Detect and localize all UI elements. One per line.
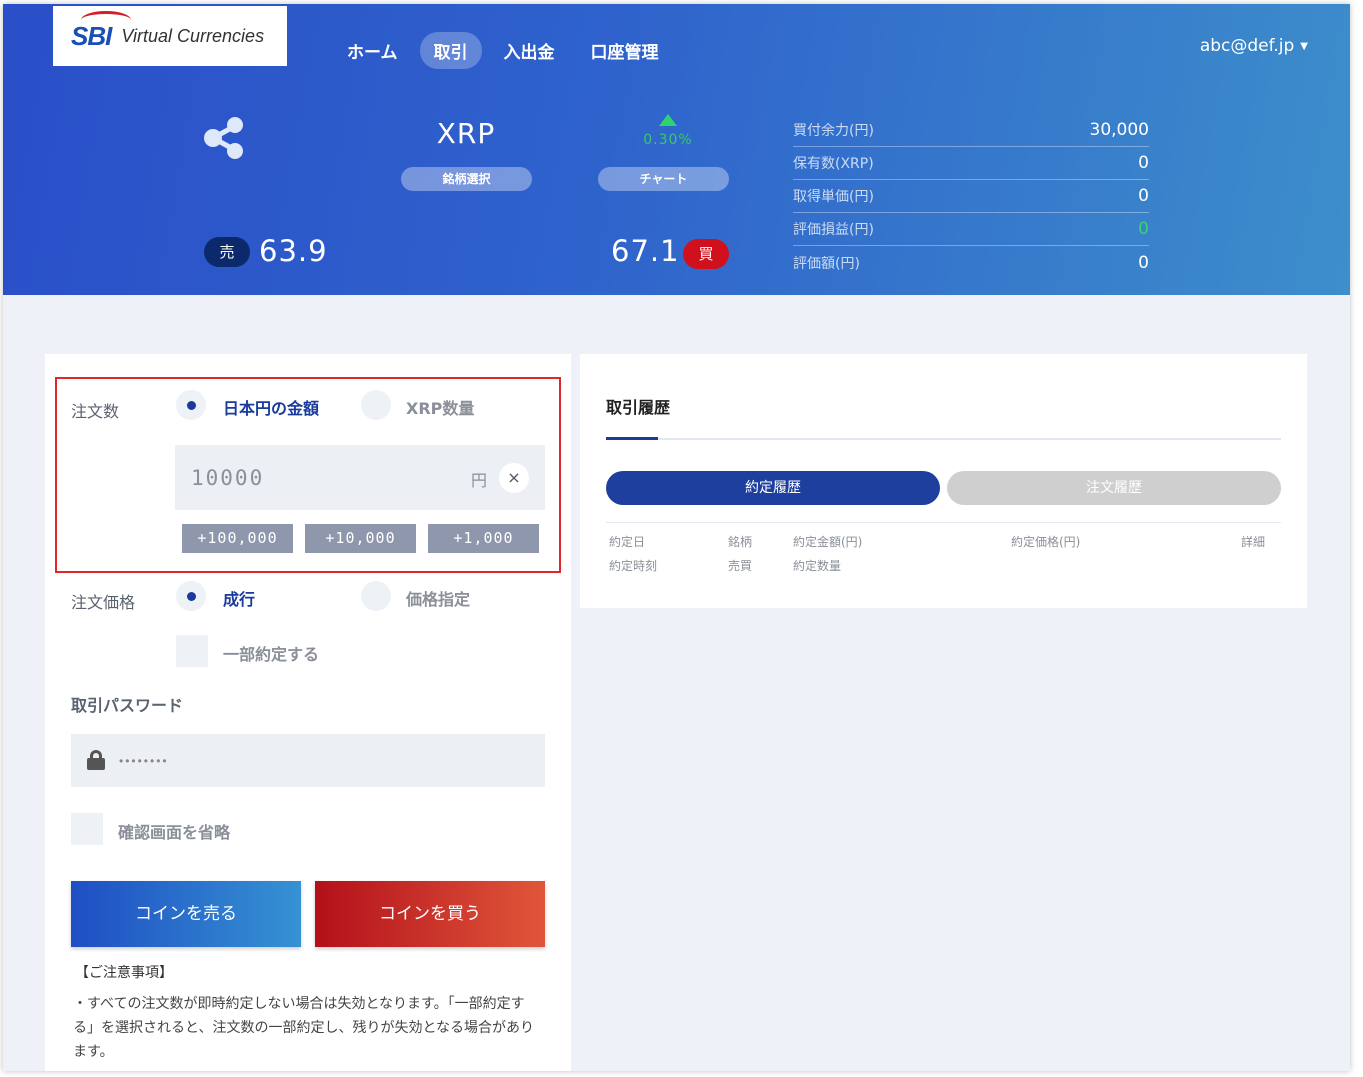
tab-order-history[interactable]: 注文履歴 xyxy=(947,471,1281,505)
lock-icon xyxy=(87,750,105,770)
nav-deposit-withdraw[interactable]: 入出金 xyxy=(490,32,569,69)
qty-label: 注文数 xyxy=(71,402,120,421)
tab-executed-history[interactable]: 約定履歴 xyxy=(606,471,940,505)
col-date: 約定日 xyxy=(609,535,646,549)
sell-coin-button[interactable]: コインを売る xyxy=(71,881,301,947)
account-row-holdings: 保有数(XRP) 0 xyxy=(793,147,1149,180)
logo-sbi: SBI xyxy=(71,10,131,52)
account-label: 買付余力(円) xyxy=(793,123,874,139)
account-summary: 買付余力(円) 30,000 保有数(XRP) 0 取得単価(円) 0 評価損益… xyxy=(793,114,1149,279)
radio-limit[interactable] xyxy=(361,581,391,611)
user-email: abc@def.jp xyxy=(1199,36,1295,56)
account-value: 0 xyxy=(1138,253,1149,273)
price-label: 注文価格 xyxy=(71,593,136,612)
radio-market[interactable] xyxy=(176,581,206,611)
yen-unit: 円 xyxy=(471,471,488,490)
sell-badge[interactable]: 売 xyxy=(204,237,250,267)
quick-add-1000-button[interactable]: +1,000 xyxy=(428,524,539,553)
nav-account[interactable]: 口座管理 xyxy=(577,32,673,69)
table-header-divider xyxy=(606,522,1281,523)
notes-body: ・すべての注文数が即時約定しない場合は失効となります。「一部約定する」を選択され… xyxy=(73,996,535,1060)
account-row-unrealized-pl: 評価損益(円) 0 xyxy=(793,213,1149,246)
logo[interactable]: SBI Virtual Currencies xyxy=(53,6,287,66)
col-time: 約定時刻 xyxy=(609,559,658,573)
buy-coin-button[interactable]: コインを買う xyxy=(315,881,545,947)
up-arrow-icon xyxy=(659,114,677,126)
account-label: 評価損益(円) xyxy=(793,222,874,238)
change-percent: 0.30% xyxy=(643,132,693,148)
account-label: 評価額(円) xyxy=(793,256,860,272)
radio-coin-qty[interactable] xyxy=(361,390,391,420)
history-panel: 取引履歴 約定履歴 注文履歴 約定日 約定時刻 銘柄 売買 約定金額(円) 約定… xyxy=(580,354,1307,608)
account-value: 0 xyxy=(1138,153,1149,173)
quick-add-10000-button[interactable]: +10,000 xyxy=(305,524,416,553)
col-symbol: 銘柄 xyxy=(728,535,753,549)
radio-limit-label[interactable]: 価格指定 xyxy=(406,586,470,610)
coin-name: XRP xyxy=(436,117,496,150)
skip-confirm-checkbox[interactable] xyxy=(71,813,103,845)
col-amount: 約定金額(円) xyxy=(793,535,863,549)
radio-market-label[interactable]: 成行 xyxy=(223,586,255,610)
history-title: 取引履歴 xyxy=(606,398,671,417)
amount-field[interactable]: 円 × xyxy=(175,445,545,510)
col-price: 約定価格(円) xyxy=(1011,535,1081,549)
notes-title: 【ご注意事項】 xyxy=(75,965,173,981)
account-value: 0 xyxy=(1138,219,1149,239)
password-field[interactable] xyxy=(71,734,545,787)
account-label: 取得単価(円) xyxy=(793,189,874,205)
account-label: 保有数(XRP) xyxy=(793,156,874,172)
user-menu[interactable]: abc@def.jp ▼ xyxy=(1200,36,1308,56)
account-value: 0 xyxy=(1138,186,1149,206)
header: SBI Virtual Currencies ホーム 取引 入出金 口座管理 a… xyxy=(3,4,1350,295)
account-value: 30,000 xyxy=(1089,120,1149,140)
radio-coin-qty-label[interactable]: XRP数量 xyxy=(406,395,474,419)
account-row-valuation: 評価額(円) 0 xyxy=(793,246,1149,279)
sell-price: 63.9 xyxy=(259,234,328,268)
col-qty: 約定数量 xyxy=(793,559,842,573)
skip-confirm-label[interactable]: 確認画面を省略 xyxy=(118,819,230,843)
partial-fill-label[interactable]: 一部約定する xyxy=(223,641,319,665)
chart-button[interactable]: チャート xyxy=(598,167,729,191)
account-row-buying-power: 買付余力(円) 30,000 xyxy=(793,114,1149,147)
coin-select-button[interactable]: 銘柄選択 xyxy=(401,167,532,191)
account-row-avg-cost: 取得単価(円) 0 xyxy=(793,180,1149,213)
partial-fill-checkbox[interactable] xyxy=(176,635,208,667)
radio-yen-amount-label[interactable]: 日本円の金額 xyxy=(223,395,319,419)
main-nav: ホーム 取引 入出金 口座管理 xyxy=(333,32,681,69)
password-input[interactable] xyxy=(119,734,519,787)
radio-yen-amount[interactable] xyxy=(176,390,206,420)
col-detail: 詳細 xyxy=(1241,535,1266,549)
nav-home[interactable]: ホーム xyxy=(333,32,412,69)
amount-input[interactable] xyxy=(175,445,465,510)
clear-icon[interactable]: × xyxy=(499,463,529,493)
col-side: 売買 xyxy=(728,559,753,573)
title-underline xyxy=(606,437,658,440)
quick-add-100000-button[interactable]: +100,000 xyxy=(182,524,293,553)
buy-badge[interactable]: 買 xyxy=(683,239,729,269)
xrp-icon xyxy=(204,117,243,159)
buy-price: 67.1 xyxy=(611,234,680,268)
password-label: 取引パスワード xyxy=(71,696,184,715)
app-frame: SBI Virtual Currencies ホーム 取引 入出金 口座管理 a… xyxy=(3,4,1350,1071)
logo-subtext: Virtual Currencies xyxy=(121,25,265,46)
divider xyxy=(606,438,1281,440)
nav-trade[interactable]: 取引 xyxy=(419,32,482,69)
caret-down-icon: ▼ xyxy=(1300,40,1308,52)
